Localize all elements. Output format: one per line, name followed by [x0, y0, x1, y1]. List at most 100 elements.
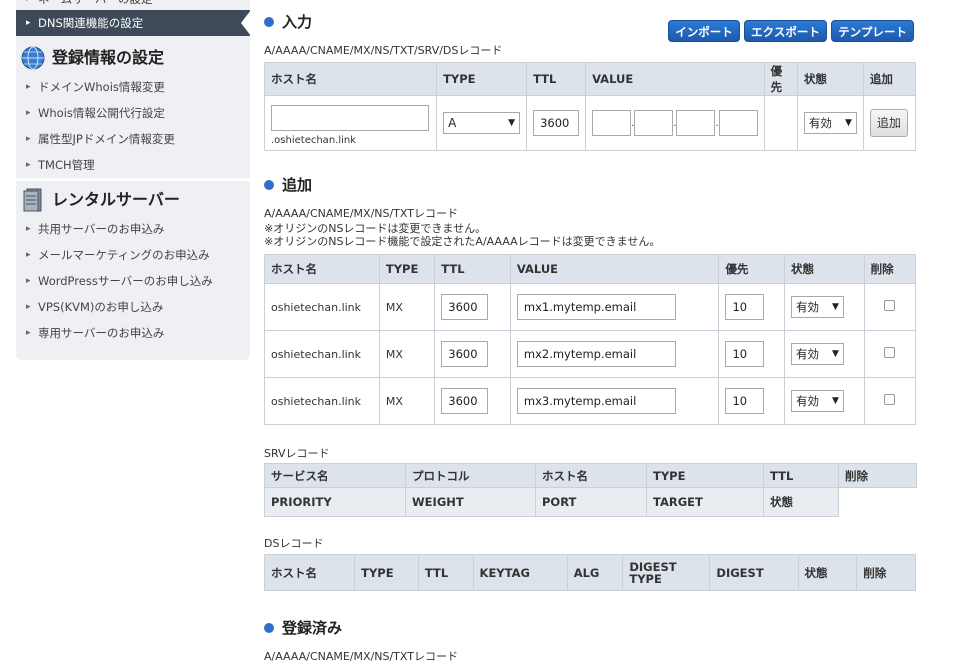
status-cell: 有効 ▼ [796, 95, 864, 151]
header-host: ホスト名 [263, 62, 438, 96]
header-priority: 優先 [763, 62, 798, 96]
sidebar-item-dns[interactable]: DNS関連機能の設定 [16, 10, 250, 36]
sidebar-item-wordpress[interactable]: WordPressサーバーのお申し込み [16, 268, 250, 294]
header-ttl: TTL [526, 62, 587, 96]
header-priority: 優先 [718, 254, 785, 284]
row-ttl-input[interactable]: 3600 [441, 388, 489, 414]
row-value-input[interactable]: mx3.mytemp.email [516, 388, 676, 414]
row-priority-input[interactable]: 10 [725, 388, 765, 414]
header-status: 状態 [783, 254, 865, 284]
status-select[interactable]: 有効 ▼ [803, 112, 857, 134]
dropdown-arrow-icon: ▼ [832, 302, 839, 312]
delete-checkbox[interactable] [884, 300, 896, 311]
row-type: MX [378, 330, 436, 378]
row-value-input[interactable]: mx1.mytemp.email [516, 294, 676, 320]
dropdown-arrow-icon: ▼ [832, 396, 839, 406]
header-status: 状態 [797, 554, 858, 591]
header-host: ホスト名 [263, 554, 356, 591]
ip-octet-1-input[interactable] [592, 110, 632, 136]
row-status-select[interactable]: 有効 ▼ [790, 343, 844, 365]
ip-octet-4-input[interactable] [718, 110, 758, 136]
table-row: oshietechan.link MX 3600 mx1.mytemp.emai… [264, 283, 917, 331]
sidebar-item-tmch[interactable]: TMCH管理 [16, 152, 250, 178]
ds-record-table: ホスト名 TYPE TTL KEYTAG ALG DIGEST TYPE DIG… [263, 554, 916, 591]
row-status-value: 有効 [795, 347, 819, 361]
row-status-value: 有効 [795, 300, 819, 314]
dropdown-arrow-icon: ▼ [845, 118, 852, 128]
note-ns: ※オリジンのNSレコードは変更できません。 [264, 222, 487, 235]
sidebar-item-whois-proxy[interactable]: Whois情報公開代行設定 [16, 100, 250, 126]
row-type: MX [378, 283, 436, 331]
header-value: VALUE [585, 62, 765, 96]
ds-record-label: DSレコード [264, 537, 324, 550]
sidebar-item-mail-marketing[interactable]: メールマーケティングのお申込み [16, 242, 250, 268]
header-target: TARGET [646, 487, 764, 517]
sidebar-item-jp-domain[interactable]: 属性型JPドメイン情報変更 [16, 126, 250, 152]
row-priority-input[interactable]: 10 [725, 341, 765, 367]
domain-suffix: .oshietechan.link [271, 134, 357, 146]
header-add: 追加 [862, 62, 917, 96]
add-button[interactable]: 追加 [869, 109, 908, 137]
srv-record-label: SRVレコード [264, 447, 330, 460]
added-records-table: ホスト名 TYPE TTL VALUE 優先 状態 削除 oshietechan… [264, 254, 917, 425]
header-digest-type: DIGEST TYPE [622, 554, 711, 591]
row-value-input[interactable]: mx2.mytemp.email [516, 341, 676, 367]
sidebar-item-vps[interactable]: VPS(KVM)のお申し込み [16, 294, 250, 320]
delete-checkbox[interactable] [884, 394, 896, 405]
table-row: oshietechan.link MX 3600 mx2.mytemp.emai… [264, 330, 917, 378]
sidebar-item-whois-change[interactable]: ドメインWhois情報変更 [16, 74, 250, 100]
ttl-cell: 3600 [526, 95, 587, 151]
header-priority: PRIORITY [264, 487, 406, 517]
sidebar-item-shared-server[interactable]: 共用サーバーのお申込み [16, 216, 250, 242]
host-input[interactable] [271, 104, 429, 131]
ip-octet-2-input[interactable] [634, 110, 674, 136]
status-select-value: 有効 [808, 116, 832, 130]
header-host: ホスト名 [264, 254, 380, 284]
section-title-input: 入力 [264, 12, 312, 32]
priority-cell [763, 95, 798, 151]
header-status: 状態 [796, 62, 864, 96]
row-host: oshietechan.link [264, 377, 380, 425]
sidebar: ネームサーバーの設定 DNS関連機能の設定 登録情報の設定 ドメインWhois情… [16, 0, 250, 360]
header-weight: WEIGHT [405, 487, 536, 517]
type-select[interactable]: A ▼ [443, 112, 521, 134]
header-ttl: TTL [417, 554, 474, 591]
header-type: TYPE [378, 254, 436, 284]
delete-checkbox[interactable] [884, 347, 896, 358]
table-row: oshietechan.link MX 3600 mx3.mytemp.emai… [264, 377, 917, 425]
header-value: VALUE [509, 254, 720, 284]
record-types-label: A/AAAA/CNAME/MX/NS/TXT/SRV/DSレコード [264, 44, 503, 57]
row-status-select[interactable]: 有効 ▼ [790, 296, 844, 318]
srv-record-table: サービス名 プロトコル ホスト名 TYPE TTL 削除 PRIORITY WE… [264, 463, 917, 517]
header-type: TYPE [436, 62, 528, 96]
sidebar-item-dedicated-server[interactable]: 専用サーバーのお申込み [16, 320, 250, 346]
ttl-input[interactable]: 3600 [533, 110, 580, 136]
row-priority-input[interactable]: 10 [725, 294, 765, 320]
template-button[interactable]: テンプレート [831, 20, 914, 42]
row-status-select[interactable]: 有効 ▼ [790, 390, 844, 412]
header-type: TYPE [646, 463, 764, 488]
header-port: PORT [535, 487, 647, 517]
row-ttl-input[interactable]: 3600 [441, 294, 489, 320]
row-type: MX [378, 377, 436, 425]
server-icon [23, 188, 42, 212]
export-button[interactable]: エクスポート [744, 20, 827, 42]
row-ttl-input[interactable]: 3600 [441, 341, 489, 367]
header-status: 状態 [763, 487, 839, 517]
globe-icon [21, 46, 45, 70]
dropdown-arrow-icon: ▼ [508, 118, 516, 128]
import-button[interactable]: インポート [668, 20, 740, 42]
host-cell: .oshietechan.link [263, 95, 438, 151]
dropdown-arrow-icon: ▼ [832, 349, 839, 359]
row-status-value: 有効 [795, 394, 819, 408]
add-record-types-label: A/AAAA/CNAME/MX/NS/TXTレコード [264, 207, 458, 220]
empty-cell [838, 487, 917, 517]
section-title-registered: 登録済み [264, 618, 342, 638]
registered-record-types-label: A/AAAA/CNAME/MX/NS/TXTレコード [264, 650, 458, 663]
sidebar-divider [16, 178, 250, 181]
header-delete: 削除 [856, 554, 916, 591]
ip-octet-3-input[interactable] [676, 110, 716, 136]
header-alg: ALG [566, 554, 624, 591]
header-ttl: TTL [763, 463, 839, 488]
row-host: oshietechan.link [264, 283, 380, 331]
